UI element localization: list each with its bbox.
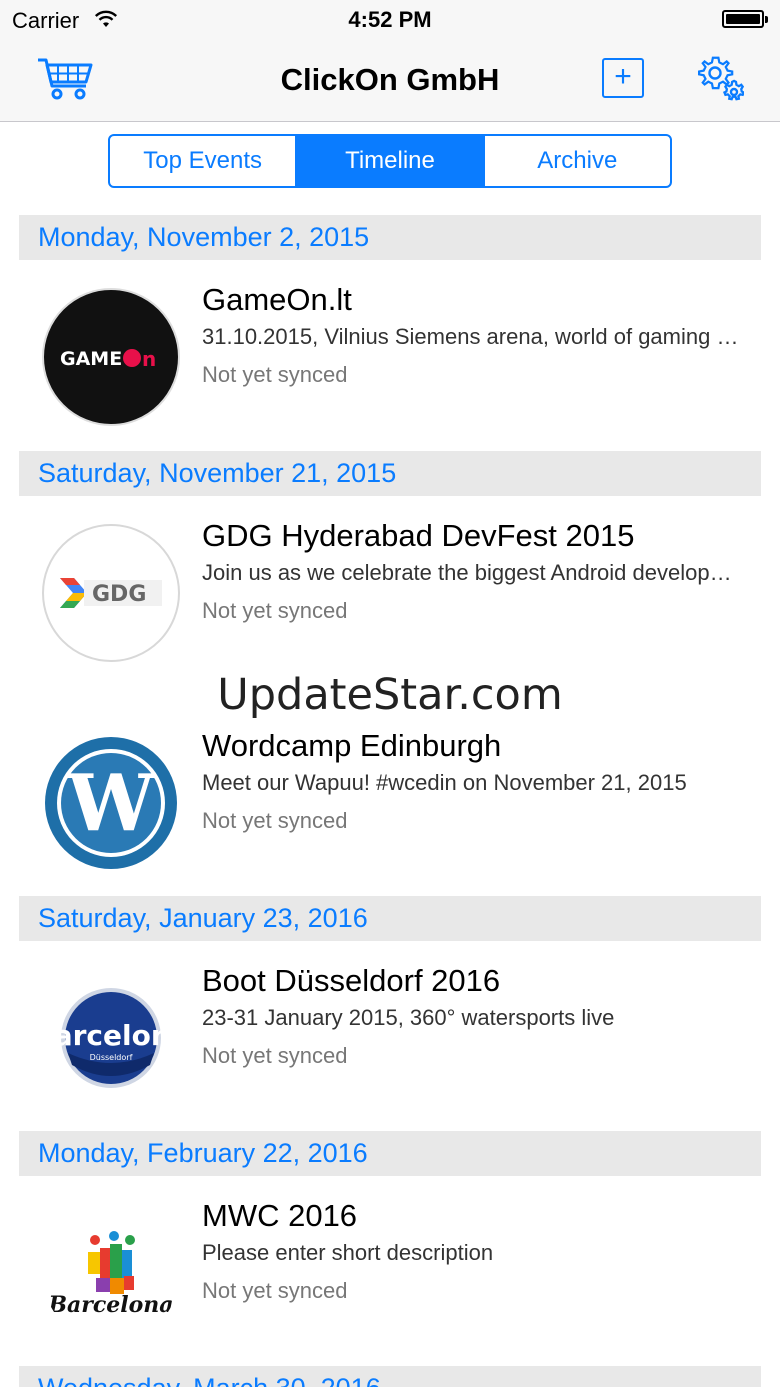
event-title: MWC 2016	[202, 1198, 358, 1233]
clock: 4:52 PM	[348, 7, 432, 32]
event-row-wordcamp[interactable]: W Wordcamp Edinburgh Meet our Wapuu! #wc…	[0, 706, 780, 896]
settings-gear-icon[interactable]	[698, 56, 744, 102]
section-date: Saturday, November 21, 2015	[38, 458, 397, 488]
boot-logo-text: Barcelona	[42, 1019, 180, 1052]
sync-status: Not yet synced	[202, 808, 348, 833]
gdg-logo-text: GDG	[92, 582, 146, 607]
section-header: Saturday, January 23, 2016	[19, 896, 761, 941]
status-bar: Carrier 4:52 PM	[0, 0, 780, 40]
add-event-button[interactable]: +	[602, 58, 644, 98]
segment-top-events[interactable]: Top Events	[110, 136, 295, 186]
event-row-gdg[interactable]: GDG GDG Hyderabad DevFest 2015 Join us a…	[0, 496, 780, 686]
segment-timeline[interactable]: Timeline	[295, 136, 483, 186]
sync-status: Not yet synced	[202, 1043, 348, 1068]
mwc-barcelona-logo: Barcelona	[42, 1204, 180, 1342]
mwc-logo-text: Barcelona	[47, 1292, 173, 1318]
event-description: Meet our Wapuu! #wcedin on November 21, …	[202, 770, 687, 795]
boot-logo-subtext: Düsseldorf	[90, 1053, 133, 1062]
section-header: Monday, February 22, 2016	[19, 1131, 761, 1176]
event-title: GDG Hyderabad DevFest 2015	[202, 518, 635, 553]
watermark: UpdateStar.com	[217, 670, 563, 720]
event-description: 23-31 January 2015, 360° watersports liv…	[202, 1005, 615, 1030]
section-date: Wednesday, March 30, 2016	[38, 1373, 381, 1387]
section-header: Monday, November 2, 2015	[19, 215, 761, 260]
event-row-mwc[interactable]: Barcelona MWC 2016 Please enter short de…	[0, 1176, 780, 1366]
event-row-boot[interactable]: Barcelona Düsseldorf Boot Düsseldorf 201…	[0, 941, 780, 1131]
segment-archive[interactable]: Archive	[482, 136, 670, 186]
event-title: GameOn.lt	[202, 282, 352, 317]
sync-status: Not yet synced	[202, 1278, 348, 1303]
segmented-control: Top Events Timeline Archive	[108, 134, 672, 188]
wordpress-logo: W	[42, 734, 180, 872]
event-title: Boot Düsseldorf 2016	[202, 963, 501, 998]
section-header: Wednesday, March 30, 2016	[19, 1366, 761, 1387]
gameon-logo: GAME n	[42, 288, 180, 426]
event-row-gameon[interactable]: GAME n GameOn.lt 31.10.2015, Vilnius Sie…	[0, 260, 780, 450]
section-header: Saturday, November 21, 2015	[19, 451, 761, 496]
section-date: Monday, November 2, 2015	[38, 222, 370, 252]
gameon-logo-text: GAME	[60, 348, 122, 370]
boot-logo: Barcelona Düsseldorf	[42, 969, 180, 1107]
event-description: Please enter short description	[202, 1240, 494, 1265]
svg-text:n: n	[142, 347, 156, 371]
battery-icon	[722, 10, 768, 28]
section-date: Monday, February 22, 2016	[38, 1138, 368, 1168]
wordpress-logo-text: W	[66, 758, 156, 849]
navigation-bar: ClickOn GmbH +	[0, 40, 780, 122]
gdg-logo: GDG	[42, 524, 180, 662]
page-title: ClickOn GmbH	[280, 62, 500, 97]
sync-status: Not yet synced	[202, 598, 348, 623]
sync-status: Not yet synced	[202, 362, 348, 387]
event-description: Join us as we celebrate the biggest Andr…	[202, 560, 742, 585]
event-title: Wordcamp Edinburgh	[202, 728, 502, 763]
section-date: Saturday, January 23, 2016	[38, 903, 368, 933]
event-description: 31.10.2015, Vilnius Siemens arena, world…	[202, 324, 742, 349]
